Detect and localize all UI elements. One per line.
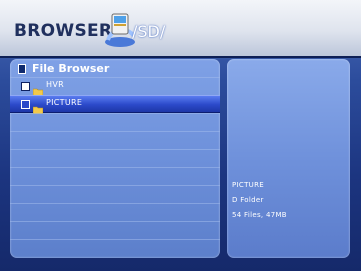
file-browser-icon	[18, 64, 26, 74]
item-checkbox[interactable]	[21, 82, 30, 91]
panel-header: File Browser	[10, 59, 220, 77]
empty-row	[10, 203, 220, 220]
item-label: HVR	[46, 80, 64, 89]
folder-icon	[32, 81, 44, 97]
details-panel: PICTURE D Folder 54 Files, 47MB	[227, 59, 350, 258]
empty-row	[10, 221, 220, 238]
empty-row	[10, 167, 220, 184]
folder-icon	[32, 99, 44, 115]
empty-row	[10, 113, 220, 130]
header-bar: BROWSER /SD/	[0, 0, 361, 58]
empty-row	[10, 131, 220, 148]
empty-row	[10, 185, 220, 202]
item-checkbox[interactable]	[21, 100, 30, 109]
empty-row	[10, 239, 220, 256]
panel-title: File Browser	[32, 62, 110, 75]
current-path: /SD/	[132, 22, 166, 41]
browser-screen: BROWSER /SD/ File Browser HVR PICTURE PI…	[0, 0, 361, 271]
detail-name: PICTURE	[232, 181, 264, 189]
page-title: BROWSER	[14, 21, 113, 41]
list-item-picture[interactable]: PICTURE	[10, 95, 220, 115]
item-label: PICTURE	[46, 98, 83, 107]
detail-type: D Folder	[232, 196, 264, 204]
detail-summary: 54 Files, 47MB	[232, 211, 287, 219]
file-list-panel: File Browser HVR PICTURE	[10, 59, 220, 258]
list-item-hvr[interactable]: HVR	[10, 77, 220, 97]
empty-row	[10, 149, 220, 166]
